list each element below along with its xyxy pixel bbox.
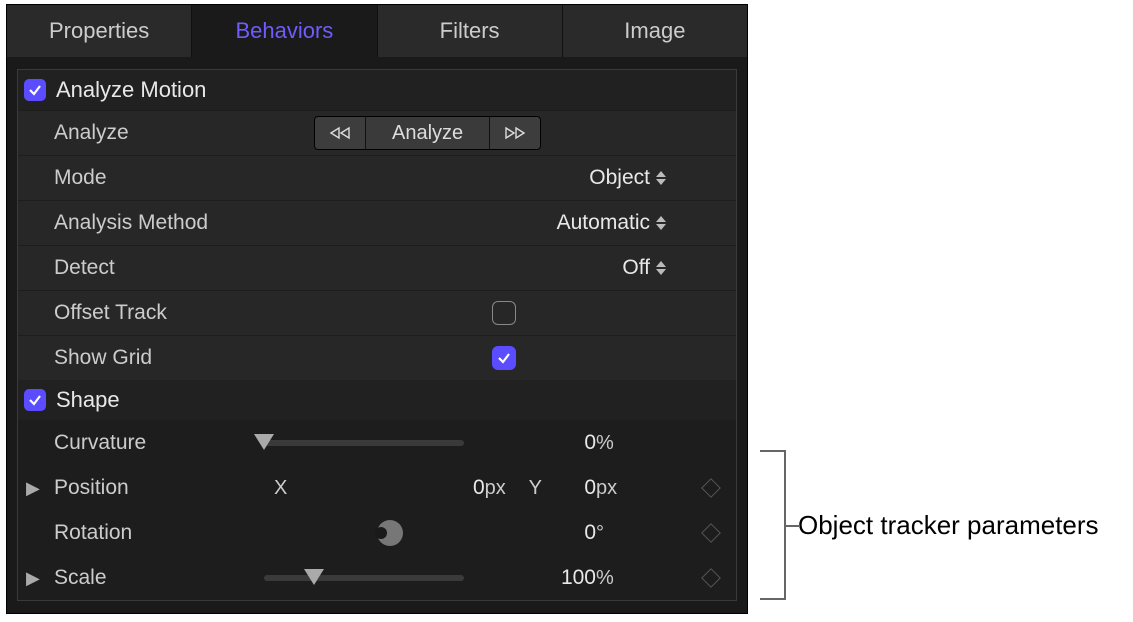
keyframe-diamond-icon[interactable] (701, 568, 721, 588)
parameters-list: Analyze Motion Analyze Analyze Mode (17, 69, 737, 601)
shape-title: Shape (56, 387, 120, 413)
rotation-value[interactable]: 0 (556, 521, 596, 545)
position-y-unit: px (596, 477, 626, 500)
slider-thumb-icon (254, 434, 274, 450)
rotation-label: Rotation (54, 521, 254, 545)
curvature-unit: % (596, 432, 626, 455)
mode-popup[interactable]: Object (589, 166, 666, 190)
tab-bar: Properties Behaviors Filters Image (7, 5, 747, 57)
scale-value[interactable]: 100 (556, 566, 596, 590)
slider-thumb-icon (304, 569, 324, 585)
offset-track-checkbox[interactable] (492, 301, 516, 325)
rewind-icon (329, 126, 351, 140)
rotation-dial[interactable] (377, 520, 403, 546)
curvature-label: Curvature (54, 431, 254, 455)
offset-track-label: Offset Track (54, 301, 254, 325)
analysis-method-value: Automatic (557, 211, 650, 235)
shape-checkbox[interactable] (24, 389, 46, 411)
row-analyze: Analyze Analyze (18, 110, 736, 155)
row-show-grid: Show Grid (18, 335, 736, 380)
mode-label: Mode (54, 166, 254, 190)
analysis-method-label: Analysis Method (54, 211, 254, 235)
show-grid-label: Show Grid (54, 346, 254, 370)
position-label: Position (54, 476, 254, 500)
rotation-unit: ° (596, 522, 626, 545)
tab-image[interactable]: Image (563, 5, 747, 57)
fastforward-icon (504, 126, 526, 140)
chevron-updown-icon (656, 216, 666, 230)
keyframe-diamond-icon[interactable] (701, 523, 721, 543)
row-rotation: Rotation 0 ° (18, 510, 736, 555)
analyze-label: Analyze (54, 121, 254, 145)
analyze-motion-checkbox[interactable] (24, 79, 46, 101)
disclosure-triangle-icon[interactable]: ▶ (26, 478, 40, 499)
section-analyze-motion: Analyze Motion (18, 70, 736, 110)
position-x-unit: px (485, 477, 515, 500)
row-curvature: Curvature 0 % (18, 420, 736, 465)
row-scale: ▶ Scale 100 % (18, 555, 736, 600)
inspector-panel: Properties Behaviors Filters Image Analy… (6, 4, 748, 614)
scale-unit: % (596, 567, 626, 590)
analyze-reverse-button[interactable] (315, 117, 366, 149)
position-x-value[interactable]: 0 (445, 476, 485, 500)
chevron-updown-icon (656, 261, 666, 275)
analyze-forward-button[interactable] (490, 117, 540, 149)
row-analysis-method: Analysis Method Automatic (18, 200, 736, 245)
detect-popup[interactable]: Off (622, 256, 666, 280)
analyze-motion-title: Analyze Motion (56, 77, 206, 103)
row-detect: Detect Off (18, 245, 736, 290)
annotation-callout: Object tracker parameters (760, 450, 1099, 600)
row-position: ▶ Position X 0 px Y 0 px (18, 465, 736, 510)
analyze-segmented: Analyze (314, 116, 541, 150)
callout-text: Object tracker parameters (798, 510, 1099, 541)
analyze-button[interactable]: Analyze (366, 117, 490, 149)
section-shape: Shape (18, 380, 736, 420)
chevron-updown-icon (656, 171, 666, 185)
curvature-slider[interactable] (264, 440, 464, 446)
row-offset-track: Offset Track (18, 290, 736, 335)
row-mode: Mode Object (18, 155, 736, 200)
show-grid-checkbox[interactable] (492, 346, 516, 370)
tab-filters[interactable]: Filters (378, 5, 563, 57)
tab-behaviors[interactable]: Behaviors (192, 5, 377, 57)
x-axis-label: X (274, 477, 287, 500)
analysis-method-popup[interactable]: Automatic (557, 211, 666, 235)
disclosure-triangle-icon[interactable]: ▶ (26, 568, 40, 589)
keyframe-diamond-icon[interactable] (701, 478, 721, 498)
mode-value: Object (589, 166, 650, 190)
position-y-value[interactable]: 0 (556, 476, 596, 500)
bracket-icon (760, 450, 786, 600)
detect-label: Detect (54, 256, 254, 280)
scale-slider[interactable] (264, 575, 464, 581)
tab-properties[interactable]: Properties (7, 5, 192, 57)
detect-value: Off (622, 256, 650, 280)
scale-label: Scale (54, 566, 254, 590)
curvature-value[interactable]: 0 (556, 431, 596, 455)
y-axis-label: Y (529, 477, 542, 500)
